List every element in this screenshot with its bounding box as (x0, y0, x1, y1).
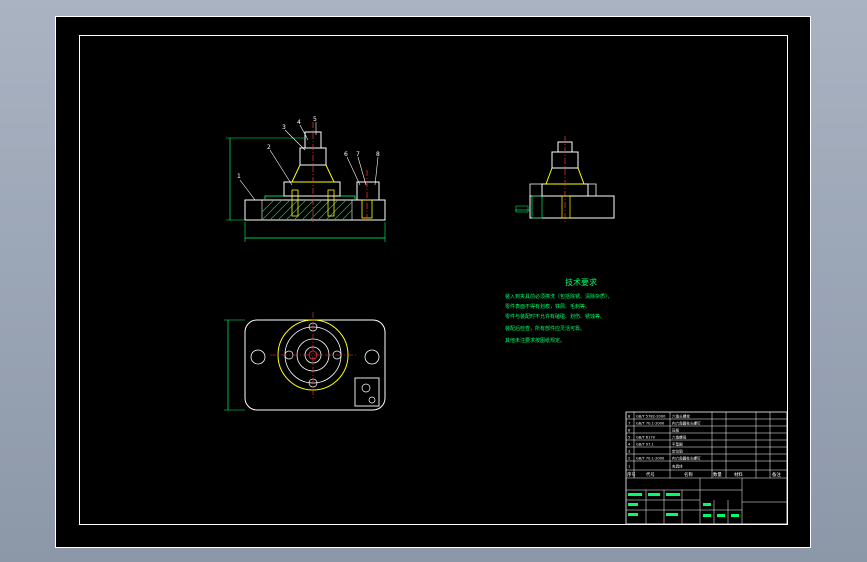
tech-req-line-5: 其他未注要求按图纸规定。 (505, 337, 565, 344)
col-note-header: 备注 (772, 471, 781, 478)
col-qty-header: 数量 (713, 471, 722, 478)
part-7-name: 内六角圆柱头螺钉 (672, 421, 701, 426)
part-1-name: 夹具体 (672, 464, 683, 469)
tech-req-line-1: 装入到夹具前必须擦洗（包括除锈、清除杂质）， (505, 293, 613, 300)
callout-1: 1 (237, 173, 241, 180)
part-5-idx: 5 (628, 436, 630, 440)
part-4-code: GB/T 97.1 (636, 443, 654, 447)
callout-7: 7 (356, 151, 360, 158)
part-8-code: GB/T 5782-2000 (636, 415, 666, 419)
part-3-idx: 3 (628, 450, 630, 454)
cad-drawing-canvas: 1 2 3 4 5 6 7 8 技术要求 装入到夹具前必须擦洗（包括除锈、清除杂… (55, 16, 811, 548)
tech-req-line-2: 零件表面不得有划痕，铁屑、毛刺等。 (505, 303, 590, 310)
part-7-idx: 7 (628, 422, 630, 426)
callout-4: 4 (297, 119, 301, 126)
part-4-name: 平垫圈 (672, 442, 683, 447)
callout-2: 2 (267, 144, 271, 151)
tech-req-title: 技术要求 (565, 277, 597, 287)
callout-5: 5 (313, 116, 317, 123)
part-5-code: GB/T 6170 (636, 436, 656, 440)
part-2-name: 内六角圆柱头螺钉 (672, 456, 701, 461)
callout-3: 3 (282, 124, 286, 131)
part-1-idx: 1 (628, 465, 630, 469)
part-6-name: 压板 (672, 428, 680, 433)
col-material-header: 材料 (734, 471, 743, 478)
part-2-idx: 2 (628, 457, 630, 461)
col-name-header: 名称 (684, 471, 693, 478)
callout-8: 8 (376, 151, 380, 158)
part-8-name: 六角头螺栓 (672, 414, 690, 419)
part-5-name: 六角螺母 (672, 435, 687, 440)
tech-req-line-3: 零件与装配时不允许有磕碰、划伤、锈蚀等。 (505, 313, 605, 320)
part-7-code: GB/T 70.1-2000 (636, 422, 665, 426)
col-index-header: 序号 (627, 471, 636, 478)
part-2-code: GB/T 70.1-2000 (636, 457, 665, 461)
col-code-header: 代号 (646, 471, 655, 478)
tech-req-line-4: 装配后检查，所有部件应灵活可靠。 (505, 325, 585, 332)
part-3-name: 定位销 (672, 449, 683, 454)
drawing-sheet[interactable] (55, 16, 811, 548)
callout-6: 6 (344, 151, 348, 158)
